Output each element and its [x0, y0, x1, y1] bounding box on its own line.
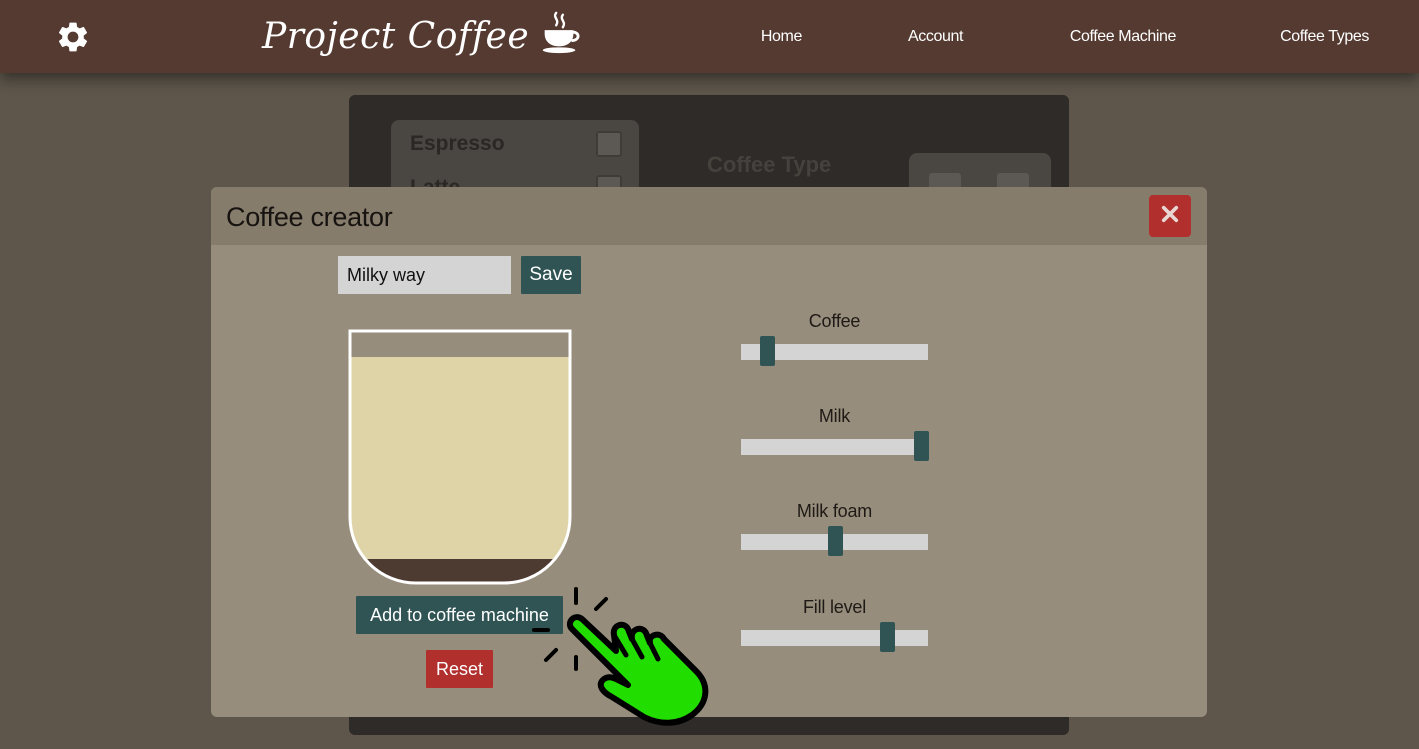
brand-title: Project Coffee — [262, 15, 530, 57]
background-coffee-type-label: Coffee Type — [707, 152, 832, 177]
coffee-slider-thumb[interactable] — [760, 336, 776, 366]
nav-account-link[interactable]: Account — [908, 28, 963, 46]
save-button[interactable]: Save — [521, 256, 581, 294]
fill-level-slider[interactable] — [741, 622, 928, 652]
milk-slider-thumb[interactable] — [913, 431, 929, 461]
fill-level-slider-thumb[interactable] — [879, 622, 895, 652]
coffee-cup-preview — [348, 329, 572, 585]
reset-button[interactable]: Reset — [426, 650, 493, 688]
cup-foam-layer — [350, 357, 570, 559]
milk-foam-slider[interactable] — [741, 526, 928, 556]
fill-level-slider-label: Fill level — [802, 597, 866, 617]
close-button[interactable] — [1149, 195, 1191, 237]
coffee-cup-icon — [537, 9, 583, 64]
milk-slider[interactable] — [741, 431, 929, 461]
close-icon — [1161, 205, 1179, 228]
coffee-slider-label: Coffee — [808, 311, 861, 331]
milk-slider-label: Milk — [818, 406, 851, 426]
nav-coffee-machine-link[interactable]: Coffee Machine — [1070, 28, 1177, 46]
pointing-hand-icon — [530, 585, 712, 727]
modal-title: Coffee creator — [226, 202, 393, 232]
coffee-name-input[interactable] — [338, 256, 511, 294]
top-navbar: Project Coffee Home Account Coffee Machi… — [0, 0, 1419, 73]
gear-icon[interactable] — [55, 19, 91, 55]
modal-header: Coffee creator — [211, 187, 1207, 245]
background-item-espresso: Espresso — [410, 132, 505, 155]
milk-foam-slider-thumb[interactable] — [827, 526, 843, 556]
coffee-slider[interactable] — [741, 336, 928, 366]
nav-home-link[interactable]: Home — [761, 28, 802, 46]
background-checkbox — [596, 131, 622, 157]
nav-coffee-types-link[interactable]: Coffee Types — [1280, 28, 1369, 46]
milk-foam-slider-label: Milk foam — [796, 501, 873, 521]
brand-logo[interactable]: Project Coffee — [262, 8, 583, 64]
